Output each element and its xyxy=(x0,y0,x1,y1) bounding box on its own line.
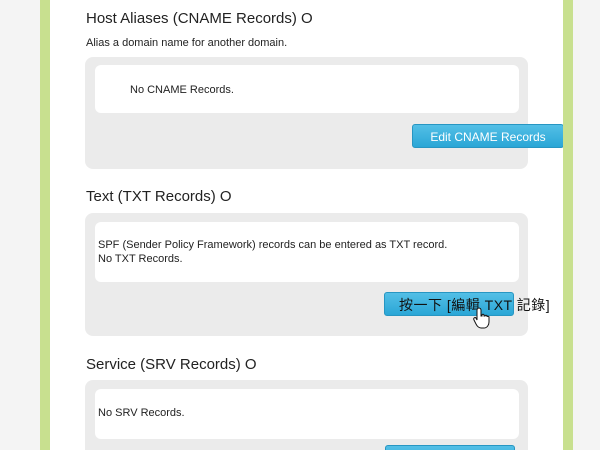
right-accent-rail xyxy=(563,0,573,450)
txt-section-title: Text (TXT Records) O xyxy=(86,188,232,205)
txt-panel: SPF (Sender Policy Framework) records ca… xyxy=(85,213,550,336)
hand-pointer-icon xyxy=(473,307,490,329)
srv-records-list: No SRV Records. xyxy=(95,389,519,439)
srv-empty-text: No SRV Records. xyxy=(98,407,185,419)
srv-panel: No SRV Records. xyxy=(85,380,528,450)
dns-records-content: Host Aliases (CNAME Records) O Alias a d… xyxy=(50,0,563,450)
cname-panel: No CNAME Records. Edit CNAME Records xyxy=(85,57,563,169)
cname-records-list: No CNAME Records. xyxy=(95,65,519,113)
edit-srv-records-button[interactable] xyxy=(385,445,515,450)
cname-section-description: Alias a domain name for another domain. xyxy=(86,37,288,49)
cname-section-title: Host Aliases (CNAME Records) O xyxy=(86,10,313,27)
srv-section-title: Service (SRV Records) O xyxy=(86,356,257,373)
left-accent-rail xyxy=(40,0,50,450)
txt-records-list: SPF (Sender Policy Framework) records ca… xyxy=(95,222,519,282)
txt-empty-text: No TXT Records. xyxy=(98,253,183,265)
edit-cname-records-button[interactable]: Edit CNAME Records xyxy=(412,124,563,148)
cname-empty-text: No CNAME Records. xyxy=(130,84,234,96)
txt-info-line: SPF (Sender Policy Framework) records ca… xyxy=(98,239,448,251)
